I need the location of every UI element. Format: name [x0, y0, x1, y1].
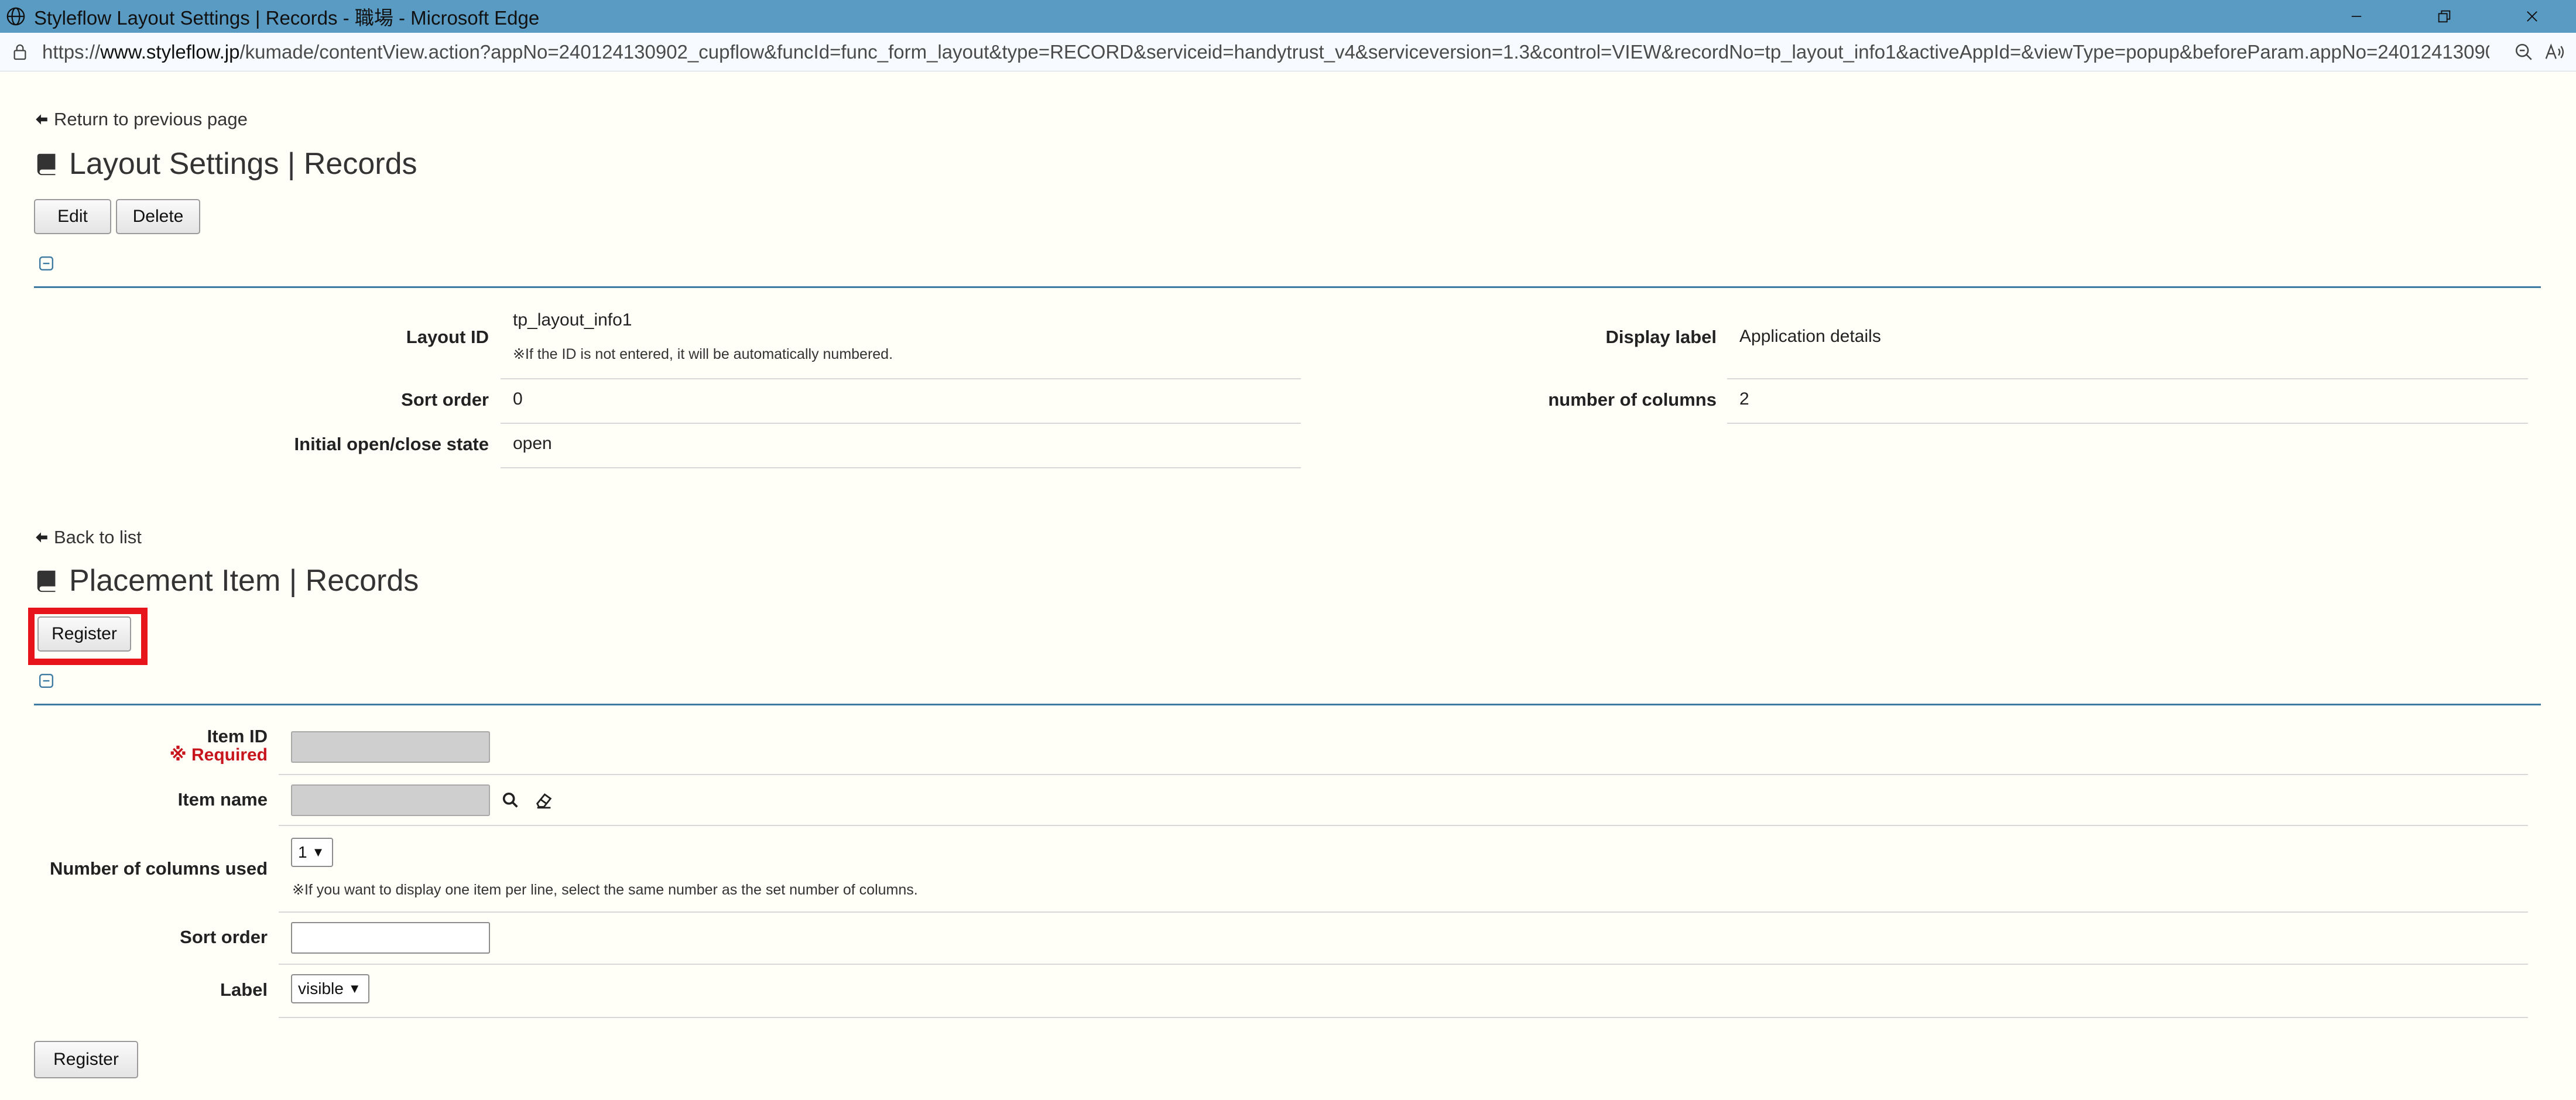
window-titlebar: Styleflow Layout Settings | Records - 職場…: [0, 0, 2576, 33]
collapse-icon[interactable]: [39, 256, 54, 271]
page-title: Layout Settings | Records: [34, 146, 417, 181]
register-bottom-button[interactable]: Register: [34, 1041, 138, 1078]
window-title: Styleflow Layout Settings | Records - 職場…: [34, 7, 540, 29]
item-id-input[interactable]: [291, 731, 490, 763]
number-of-columns-label: number of columns: [1548, 389, 1717, 410]
book-icon: [37, 153, 56, 176]
row-divider: [1727, 423, 2528, 424]
edit-button[interactable]: Edit: [34, 199, 111, 234]
row-divider: [501, 378, 1301, 379]
sort-order-input[interactable]: [291, 922, 490, 954]
required-indicator: ※ Required: [169, 745, 268, 765]
item-id-label: Item ID: [207, 726, 268, 746]
sort-order-value: 0: [513, 389, 523, 409]
arrow-left-icon: [36, 114, 47, 125]
section-title: Placement Item | Records: [34, 563, 419, 598]
read-aloud-icon[interactable]: [2543, 42, 2565, 62]
globe-icon: [6, 7, 25, 26]
item-name-label: Item name: [177, 789, 268, 810]
sort-order-label: Sort order: [401, 389, 489, 410]
section-divider: [34, 286, 2541, 288]
display-label-value: Application details: [1739, 327, 1881, 346]
item-name-input[interactable]: [291, 784, 490, 816]
layout-id-note: ※If the ID is not entered, it will be au…: [513, 346, 893, 362]
row-divider: [279, 964, 2528, 965]
dropdown-arrow-icon: ▼: [348, 981, 361, 996]
display-label-label: Display label: [1605, 327, 1717, 347]
row-divider: [279, 1017, 2528, 1018]
search-icon[interactable]: [501, 790, 520, 810]
zoom-out-icon[interactable]: [2514, 42, 2534, 62]
minimize-icon: [2351, 16, 2362, 17]
lock-icon[interactable]: [11, 43, 29, 61]
book-icon: [37, 570, 56, 592]
columns-used-note: ※If you want to display one item per lin…: [292, 882, 918, 898]
row-divider: [279, 911, 2528, 913]
back-to-list-link[interactable]: Back to list: [34, 527, 142, 548]
eraser-icon[interactable]: [534, 790, 554, 810]
row-divider: [1727, 378, 2528, 379]
row-divider: [279, 825, 2528, 826]
close-button[interactable]: [2488, 0, 2576, 33]
dropdown-arrow-icon: ▼: [311, 845, 325, 859]
columns-used-label: Number of columns used: [49, 858, 268, 879]
row-divider: [279, 774, 2528, 775]
initial-state-label: Initial open/close state: [294, 434, 489, 454]
address-bar[interactable]: https://www.styleflow.jp/kumade/contentV…: [0, 33, 2576, 71]
url-text[interactable]: https://www.styleflow.jp/kumade/contentV…: [42, 41, 2489, 63]
return-to-previous-link[interactable]: Return to previous page: [34, 109, 248, 130]
label-label: Label: [220, 979, 268, 1000]
delete-button[interactable]: Delete: [116, 199, 200, 234]
close-icon: [2527, 11, 2537, 22]
label-visibility-select[interactable]: visible ▼: [291, 974, 369, 1003]
columns-used-select[interactable]: 1 ▼: [291, 838, 333, 867]
register-button[interactable]: Register: [37, 616, 131, 652]
minimize-button[interactable]: [2313, 0, 2400, 33]
section-divider: [34, 704, 2541, 705]
restore-icon: [2438, 10, 2451, 23]
number-of-columns-value: 2: [1739, 389, 1749, 409]
row-divider: [501, 467, 1301, 468]
arrow-left-icon: [36, 532, 47, 543]
initial-state-value: open: [513, 434, 552, 453]
layout-id-value: tp_layout_info1: [513, 310, 632, 330]
row-divider: [501, 423, 1301, 424]
layout-id-label: Layout ID: [406, 327, 489, 347]
restore-button[interactable]: [2400, 0, 2488, 33]
collapse-icon[interactable]: [39, 673, 54, 688]
sort-order-label: Sort order: [180, 927, 268, 947]
